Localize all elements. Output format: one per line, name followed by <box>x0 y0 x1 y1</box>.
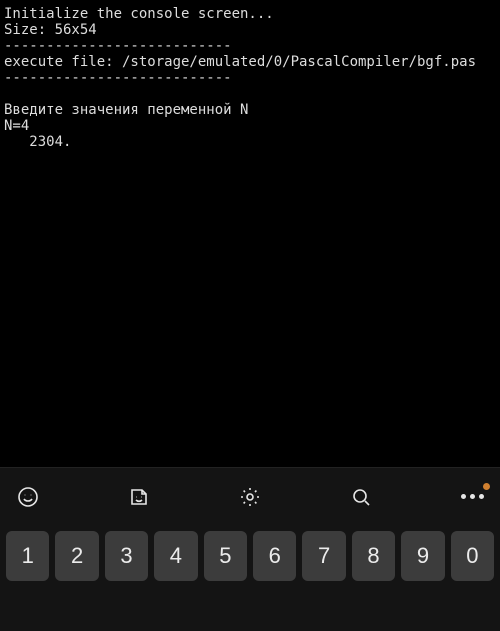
notification-badge <box>483 483 490 490</box>
key-1[interactable]: 1 <box>6 531 49 581</box>
gear-icon[interactable] <box>230 477 270 517</box>
emoji-icon[interactable] <box>8 477 48 517</box>
keyboard-toolbar <box>0 467 500 525</box>
key-4[interactable]: 4 <box>154 531 197 581</box>
console-output: Initialize the console screen... Size: 5… <box>0 0 500 475</box>
search-icon[interactable] <box>341 477 381 517</box>
key-9[interactable]: 9 <box>401 531 444 581</box>
key-8[interactable]: 8 <box>352 531 395 581</box>
number-row: 1234567890 <box>0 525 500 631</box>
key-7[interactable]: 7 <box>302 531 345 581</box>
virtual-keyboard: 1234567890 <box>0 467 500 631</box>
key-2[interactable]: 2 <box>55 531 98 581</box>
key-5[interactable]: 5 <box>204 531 247 581</box>
more-icon[interactable] <box>452 477 492 517</box>
sticker-icon[interactable] <box>119 477 159 517</box>
key-3[interactable]: 3 <box>105 531 148 581</box>
key-6[interactable]: 6 <box>253 531 296 581</box>
key-0[interactable]: 0 <box>451 531 494 581</box>
